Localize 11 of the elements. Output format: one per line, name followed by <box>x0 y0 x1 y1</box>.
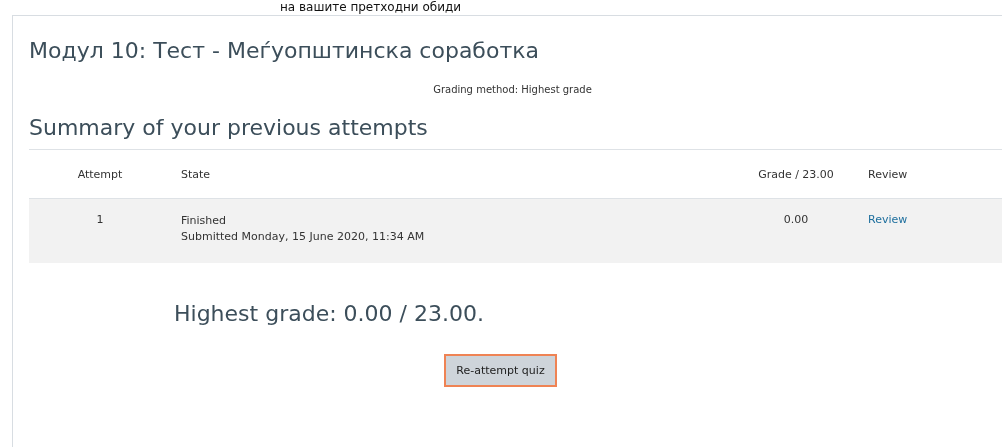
grading-method-text: Grading method: Highest grade <box>432 84 593 95</box>
table-cell: 1 <box>29 198 171 263</box>
state-text: Finished <box>181 213 228 229</box>
table-cell: 0.00 <box>725 198 867 263</box>
reattempt-button[interactable]: Re-attempt quiz <box>444 353 557 387</box>
review-link[interactable]: Review <box>868 213 908 226</box>
page-heading: на вашите претходни обиди <box>279 0 462 15</box>
quiz-title: Модул 10: Тест - Меѓуопштинска соработка <box>29 37 540 65</box>
highest-grade-text: Highest grade: 0.00 / 23.00. <box>174 300 485 326</box>
submitted-text: Submitted Monday, 15 June 2020, 11:34 AM <box>181 229 426 245</box>
summary-heading: Summary of your previous attempts <box>29 114 429 142</box>
